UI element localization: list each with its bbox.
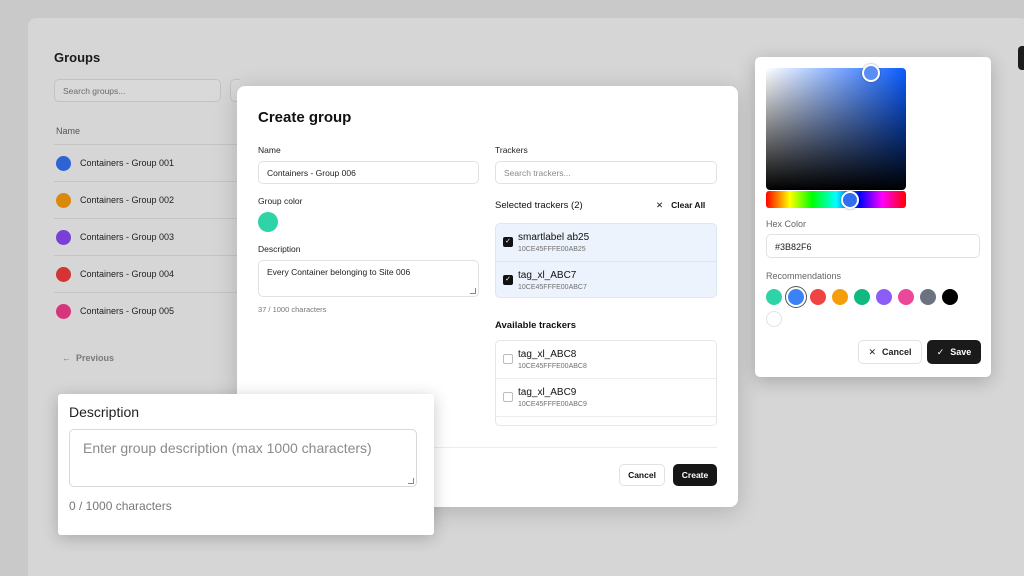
checkbox-icon[interactable] bbox=[503, 392, 513, 402]
description-label: Description bbox=[258, 244, 301, 254]
trackers-search-input[interactable]: Search trackers... bbox=[495, 161, 717, 184]
hex-color-label: Hex Color bbox=[766, 219, 807, 229]
description-zoom-callout: Description Enter group description (max… bbox=[58, 394, 434, 535]
description-textarea[interactable]: Every Container belonging to Site 006 bbox=[258, 260, 479, 297]
color-swatch[interactable] bbox=[832, 289, 848, 305]
description-placeholder: Enter group description (max 1000 charac… bbox=[83, 440, 372, 456]
group-color-swatch[interactable] bbox=[258, 212, 278, 232]
group-name: Containers - Group 001 bbox=[80, 158, 175, 168]
column-header-name[interactable]: Name bbox=[56, 126, 80, 136]
page-title: Groups bbox=[54, 50, 101, 65]
dialog-title: Create group bbox=[258, 109, 352, 126]
selected-tracker-item[interactable]: ✓ tag_xl_ABC7 10CE45FFFE00ABC7 bbox=[496, 262, 716, 299]
available-tracker-item[interactable]: tag_xl_ABC9 10CE45FFFE00ABC9 bbox=[496, 379, 716, 416]
cancel-button[interactable]: Cancel bbox=[619, 464, 665, 486]
group-color-dot bbox=[56, 192, 71, 208]
color-swatch[interactable] bbox=[766, 311, 782, 327]
selected-trackers-list: ✓ smartlabel ab25 10CE45FFFE00AB25 ✓ tag… bbox=[495, 223, 717, 298]
group-name: Containers - Group 004 bbox=[80, 269, 175, 279]
description-char-count: 37 / 1000 characters bbox=[258, 305, 327, 314]
tracker-id: 10CE45FFFE00AB25 bbox=[518, 246, 586, 253]
group-row[interactable]: Containers - Group 001 bbox=[56, 153, 174, 173]
hex-color-input[interactable]: #3B82F6 bbox=[766, 234, 980, 258]
description-text: Every Container belonging to Site 006 bbox=[267, 267, 411, 277]
group-row[interactable]: Containers - Group 004 bbox=[56, 264, 174, 284]
tracker-name: tag_xl_ABC9 bbox=[518, 387, 577, 398]
divider bbox=[54, 181, 244, 182]
group-color-dot bbox=[56, 229, 71, 245]
available-trackers-list[interactable]: tag_xl_ABC8 10CE45FFFE00ABC8 tag_xl_ABC9… bbox=[495, 340, 717, 426]
group-row[interactable]: Containers - Group 005 bbox=[56, 301, 174, 321]
divider bbox=[54, 218, 244, 219]
tracker-name: smartlabel ab25 bbox=[518, 232, 590, 243]
color-swatch[interactable] bbox=[920, 289, 936, 305]
close-icon: ✕ bbox=[868, 346, 877, 357]
description-char-count: 0 / 1000 characters bbox=[69, 499, 172, 513]
resize-handle-icon[interactable] bbox=[470, 288, 476, 294]
tracker-id: 10CE45FFFE00ABC8 bbox=[518, 363, 587, 370]
arrow-left-icon: ← bbox=[62, 353, 77, 363]
color-swatch[interactable] bbox=[898, 289, 914, 305]
group-row[interactable]: Containers - Group 002 bbox=[56, 190, 174, 210]
color-swatch[interactable] bbox=[876, 289, 892, 305]
picker-cancel-button[interactable]: ✕ Cancel bbox=[858, 340, 922, 364]
group-row[interactable]: Containers - Group 003 bbox=[56, 227, 174, 247]
color-swatch[interactable] bbox=[942, 289, 958, 305]
divider bbox=[54, 144, 244, 145]
hue-slider-handle[interactable] bbox=[841, 191, 859, 209]
tracker-name: tag_xl_ABC8 bbox=[518, 349, 577, 360]
resize-handle-icon[interactable] bbox=[408, 478, 414, 484]
color-swatch[interactable] bbox=[854, 289, 870, 305]
group-name: Containers - Group 002 bbox=[80, 195, 175, 205]
groups-search-input[interactable]: Search groups... bbox=[54, 79, 221, 102]
checkbox-checked-icon[interactable]: ✓ bbox=[503, 275, 513, 285]
divider bbox=[496, 416, 716, 417]
tracker-name: tag_xl_ABC7 bbox=[518, 270, 577, 281]
color-handle[interactable] bbox=[862, 64, 880, 82]
hue-slider[interactable] bbox=[766, 191, 906, 208]
color-picker-panel: Hex Color #3B82F6 Recommendations ✕ Cance… bbox=[755, 57, 991, 377]
name-input[interactable]: Containers - Group 006 bbox=[258, 161, 479, 184]
checkbox-icon[interactable] bbox=[503, 354, 513, 364]
description-label: Description bbox=[69, 404, 140, 420]
trackers-label: Trackers bbox=[495, 145, 528, 155]
recommendation-swatches bbox=[766, 289, 976, 327]
create-button[interactable]: Create bbox=[673, 464, 717, 486]
group-name: Containers - Group 003 bbox=[80, 232, 175, 242]
selected-tracker-item[interactable]: ✓ smartlabel ab25 10CE45FFFE00AB25 bbox=[496, 224, 716, 261]
check-icon: ✓ bbox=[936, 346, 945, 357]
color-swatch[interactable] bbox=[766, 289, 782, 305]
picker-save-button[interactable]: ✓ Save bbox=[927, 340, 981, 364]
description-textarea[interactable]: Enter group description (max 1000 charac… bbox=[69, 429, 417, 487]
tracker-id: 10CE45FFFE00ABC9 bbox=[518, 401, 587, 408]
color-swatch[interactable] bbox=[810, 289, 826, 305]
saturation-value-area[interactable] bbox=[766, 68, 906, 190]
selected-trackers-heading: Selected trackers (2) bbox=[495, 200, 583, 211]
group-color-dot bbox=[56, 155, 71, 171]
recommendations-label: Recommendations bbox=[766, 271, 842, 281]
tracker-id: 10CE45FFFE00ABC7 bbox=[518, 284, 587, 291]
group-color-dot bbox=[56, 303, 71, 319]
close-icon: ✕ bbox=[656, 200, 664, 210]
name-label: Name bbox=[258, 145, 281, 155]
group-name: Containers - Group 005 bbox=[80, 306, 175, 316]
available-tracker-item[interactable]: tag_xl_ABC8 10CE45FFFE00ABC8 bbox=[496, 341, 716, 378]
color-swatch[interactable] bbox=[788, 289, 804, 305]
divider bbox=[54, 255, 244, 256]
group-color-dot bbox=[56, 266, 71, 282]
group-color-label: Group color bbox=[258, 196, 303, 206]
available-trackers-heading: Available trackers bbox=[495, 320, 576, 331]
background-action-button[interactable] bbox=[1018, 46, 1024, 70]
checkbox-checked-icon[interactable]: ✓ bbox=[503, 237, 513, 247]
clear-all-button[interactable]: ✕ Clear All bbox=[656, 200, 705, 211]
divider bbox=[54, 292, 244, 293]
previous-page-button[interactable]: ← Previous bbox=[62, 353, 114, 363]
